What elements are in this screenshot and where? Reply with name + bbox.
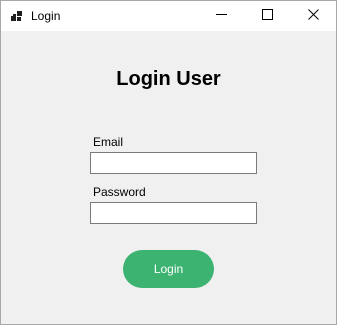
password-field[interactable] — [90, 202, 257, 224]
maximize-button[interactable] — [244, 1, 290, 31]
minimize-button[interactable] — [198, 1, 244, 31]
email-label: Email — [93, 135, 124, 149]
maximize-icon — [261, 7, 273, 25]
login-button-label: Login — [153, 262, 184, 276]
app-window-icon — [11, 10, 24, 22]
window-title: Login — [31, 9, 61, 23]
email-field[interactable] — [90, 152, 257, 174]
page-title: Login User — [116, 68, 221, 90]
login-window: Login Login User Email Password Login — [0, 0, 337, 325]
close-button[interactable] — [290, 1, 336, 31]
login-button[interactable]: Login — [123, 250, 214, 288]
minimize-icon — [215, 7, 227, 25]
password-label: Password — [93, 185, 146, 199]
form-body: Login User Email Password Login — [1, 31, 336, 324]
title-bar[interactable]: Login — [1, 1, 336, 31]
close-icon — [307, 7, 319, 25]
